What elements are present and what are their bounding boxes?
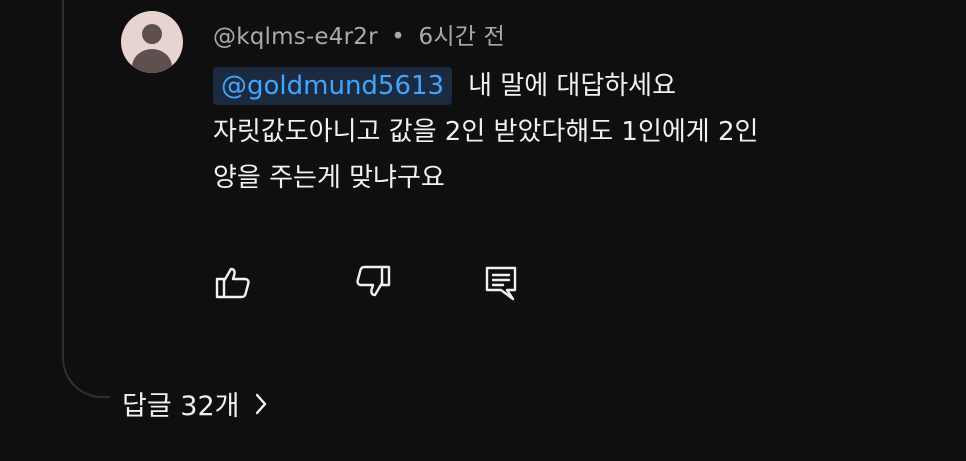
avatar-head-shape: [142, 24, 162, 44]
replies-label: 답글 32개: [122, 391, 240, 422]
view-replies-button[interactable]: 답글 32개: [122, 384, 269, 424]
like-button[interactable]: [213, 263, 253, 303]
comment-text-1: 내 말에 대답하세요: [468, 71, 676, 101]
comment-actions: [213, 263, 533, 303]
mention-link[interactable]: @goldmund5613: [213, 67, 453, 105]
reply-button[interactable]: [481, 263, 521, 303]
comment-time[interactable]: 6시간 전: [419, 24, 505, 50]
thumbs-up-icon: [213, 263, 253, 303]
comment-meta: @kqlms-e4r2r • 6시간 전: [213, 17, 505, 51]
chevron-right-icon: [253, 391, 269, 424]
author-handle[interactable]: @kqlms-e4r2r: [213, 24, 378, 50]
thread-connector-line: [62, 0, 110, 398]
comment-text-2: 자릿값도아니고 값을 2인 받았다해도 1인에게 2인: [213, 117, 759, 147]
comment-body: @goldmund5613 내 말에 대답하세요 자릿값도아니고 값을 2인 받았…: [213, 63, 933, 201]
dislike-button[interactable]: [353, 263, 393, 303]
avatar[interactable]: [121, 11, 183, 73]
comment-line-1: @goldmund5613 내 말에 대답하세요: [213, 63, 933, 109]
avatar-body-shape: [132, 49, 172, 73]
comment-text-3: 양을 주는게 맞냐구요: [213, 163, 445, 193]
comment-thread: @kqlms-e4r2r • 6시간 전 @goldmund5613 내 말에 대…: [0, 0, 966, 461]
meta-separator: •: [391, 24, 406, 50]
comment-icon: [481, 263, 521, 303]
thumbs-down-icon: [353, 263, 393, 303]
